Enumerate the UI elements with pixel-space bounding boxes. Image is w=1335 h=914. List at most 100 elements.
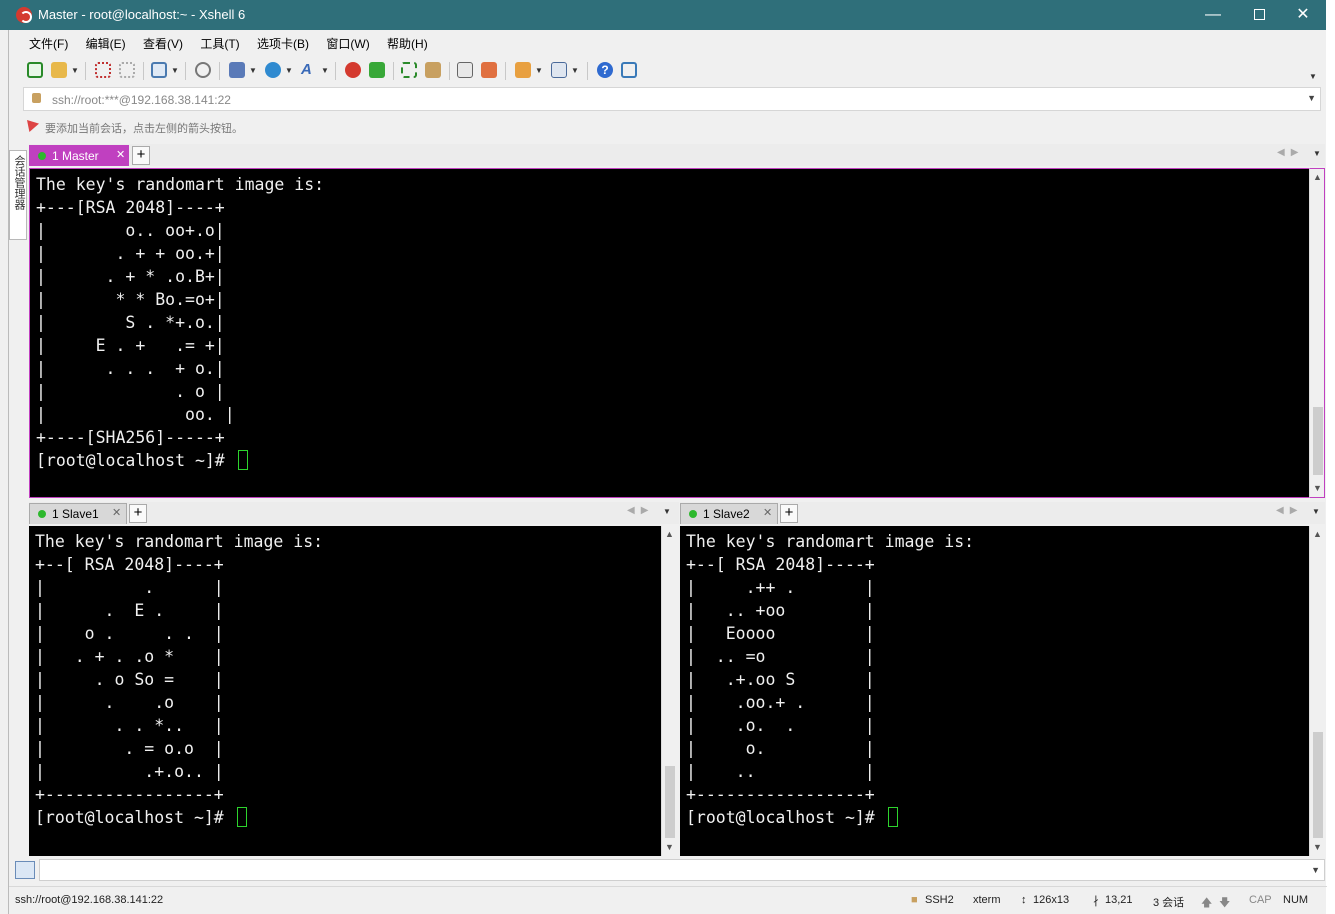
terminal-cursor (887, 807, 898, 827)
scroll-thumb[interactable] (1313, 732, 1323, 838)
master-terminal[interactable]: The key's randomart image is: +---[RSA 2… (29, 168, 1309, 498)
layout-dropdown-caret-icon[interactable]: ▼ (571, 66, 579, 75)
scroll-down-arrow-icon[interactable]: ▼ (665, 842, 674, 852)
tab-menu-caret-icon[interactable]: ▼ (663, 507, 671, 516)
tab-slave1[interactable]: 1 Slave1 ✕ (29, 503, 127, 524)
slave2-scrollbar[interactable]: ▲ ▼ (1309, 526, 1325, 856)
menu-tools[interactable]: 工具(T) (200, 37, 239, 51)
close-button[interactable]: ✕ (1280, 0, 1326, 30)
add-session-arrow-icon[interactable] (27, 120, 39, 132)
transfer-dropdown-caret-icon[interactable]: ▼ (249, 66, 257, 75)
terminal-line: | . o | (36, 382, 225, 401)
new-folder-icon[interactable] (515, 62, 531, 78)
add-tab-button[interactable]: + (129, 504, 147, 523)
toolbar-separator (85, 62, 86, 80)
status-terminal: xterm (973, 894, 1001, 906)
address-bar[interactable]: ssh://root:***@192.168.38.141:22 ▼ (23, 87, 1321, 111)
slave2-tab-bar: 1 Slave2 ✕ + ◀▶ ▼ (680, 502, 1325, 524)
terminal-line: | o.. oo+.o| (36, 221, 225, 240)
tab-close-icon[interactable]: ✕ (112, 506, 121, 519)
master-scrollbar[interactable]: ▲ ▼ (1309, 168, 1325, 498)
globe-icon[interactable] (265, 62, 281, 78)
toolbar-overflow-caret-icon[interactable]: ▼ (1309, 72, 1317, 81)
slave2-terminal[interactable]: The key's randomart image is: +--[ RSA 2… (680, 526, 1309, 856)
xftp-icon[interactable] (369, 62, 385, 78)
terminal-line: +----[SHA256]-----+ (36, 428, 225, 447)
status-num: NUM (1283, 894, 1309, 906)
tab-menu-caret-icon[interactable]: ▼ (1313, 149, 1321, 158)
tab-menu-caret-icon[interactable]: ▼ (1312, 507, 1320, 516)
slave1-tab-bar: 1 Slave1 ✕ + ◀▶ ▼ (29, 502, 679, 524)
session-up-arrow-icon[interactable]: 🡅 (1201, 894, 1212, 913)
toolbar-separator (449, 62, 450, 80)
terminal-line: | E . + .= +| (36, 336, 225, 355)
keyboard-icon[interactable] (457, 62, 473, 78)
compose-menu-icon[interactable] (15, 861, 35, 879)
status-sessions: 3 会话 (1153, 897, 1185, 909)
help-icon[interactable]: ? (597, 62, 613, 78)
menu-view[interactable]: 查看(V) (143, 37, 183, 51)
toolbar-separator (219, 62, 220, 80)
minimize-button[interactable]: — (1190, 0, 1236, 30)
connect-icon[interactable] (95, 62, 111, 78)
scroll-up-arrow-icon[interactable]: ▲ (1313, 172, 1322, 182)
terminal-line: | . + * .o.B+| (36, 267, 225, 286)
scroll-thumb[interactable] (665, 766, 675, 838)
slave1-scrollbar[interactable]: ▲ ▼ (661, 526, 677, 856)
address-dropdown-caret-icon[interactable]: ▼ (1307, 93, 1316, 103)
scroll-up-arrow-icon[interactable]: ▲ (665, 529, 674, 539)
scroll-down-arrow-icon[interactable]: ▼ (1313, 842, 1322, 852)
scroll-up-arrow-icon[interactable]: ▲ (1313, 529, 1322, 539)
properties-dropdown-caret-icon[interactable]: ▼ (171, 66, 179, 75)
tab-scroll-arrows-icon[interactable]: ◀▶ (627, 505, 654, 516)
compose-input[interactable]: ▼ (39, 859, 1325, 881)
tab-close-icon[interactable]: ✕ (763, 506, 772, 519)
tab-slave2[interactable]: 1 Slave2 ✕ (680, 503, 778, 524)
transfer-icon[interactable] (229, 62, 245, 78)
tab-close-icon[interactable]: ✕ (116, 148, 125, 161)
title-bar: Master - root@localhost:~ - Xshell 6 — ✕ (0, 0, 1326, 30)
menu-help[interactable]: 帮助(H) (387, 37, 428, 51)
font-dropdown-caret-icon[interactable]: ▼ (321, 66, 329, 75)
lock-icon[interactable] (425, 62, 441, 78)
new-session-icon[interactable] (27, 62, 43, 78)
menu-file[interactable]: 文件(F) (29, 37, 68, 51)
highlight-icon[interactable] (481, 62, 497, 78)
chat-icon[interactable] (621, 62, 637, 78)
add-tab-button[interactable]: + (132, 146, 150, 165)
toolbar-separator (587, 62, 588, 80)
hint-text: 要添加当前会话，点击左侧的箭头按钮。 (45, 123, 243, 135)
tab-master[interactable]: 1 Master ✕ (29, 145, 129, 166)
font-icon[interactable]: A (301, 62, 317, 78)
open-folder-icon[interactable] (51, 62, 67, 78)
xshell-app: Master - root@localhost:~ - Xshell 6 — ✕… (0, 0, 1335, 914)
slave1-terminal[interactable]: The key's randomart image is: +--[ RSA 2… (29, 526, 663, 856)
menu-edit[interactable]: 编辑(E) (86, 37, 126, 51)
xshell-red-icon[interactable] (345, 62, 361, 78)
globe-dropdown-caret-icon[interactable]: ▼ (285, 66, 293, 75)
menu-window[interactable]: 窗口(W) (326, 37, 369, 51)
disconnect-icon[interactable] (119, 62, 135, 78)
find-icon[interactable] (195, 62, 211, 78)
maximize-button[interactable] (1236, 0, 1282, 30)
add-tab-button[interactable]: + (780, 504, 798, 523)
session-down-arrow-icon[interactable]: 🡇 (1219, 894, 1230, 913)
terminal-line: | . .o | (35, 693, 224, 712)
compose-dropdown-caret-icon[interactable]: ▼ (1311, 865, 1320, 875)
folder-dropdown-caret-icon[interactable]: ▼ (535, 66, 543, 75)
tab-scroll-arrows-icon[interactable]: ◀▶ (1276, 505, 1303, 516)
layout-icon[interactable] (551, 62, 567, 78)
terminal-line: +---[RSA 2048]----+ (36, 198, 225, 217)
scroll-thumb[interactable] (1313, 407, 1323, 475)
properties-icon[interactable] (151, 62, 167, 78)
open-dropdown-caret-icon[interactable]: ▼ (71, 66, 79, 75)
session-manager-tab[interactable]: 会话管理器 (9, 150, 27, 240)
terminal-line: +--[ RSA 2048]----+ (35, 555, 224, 574)
master-tab-bar: 1 Master ✕ + ◀▶ ▼ (29, 144, 1325, 166)
menu-tabs[interactable]: 选项卡(B) (257, 37, 309, 51)
status-cap: CAP (1249, 894, 1272, 906)
status-bar: ssh://root@192.168.38.141:22 ■ SSH2 xter… (9, 886, 1327, 910)
scroll-down-arrow-icon[interactable]: ▼ (1313, 483, 1322, 493)
fullscreen-icon[interactable] (401, 62, 417, 78)
tab-scroll-arrows-icon[interactable]: ◀▶ (1277, 147, 1304, 158)
